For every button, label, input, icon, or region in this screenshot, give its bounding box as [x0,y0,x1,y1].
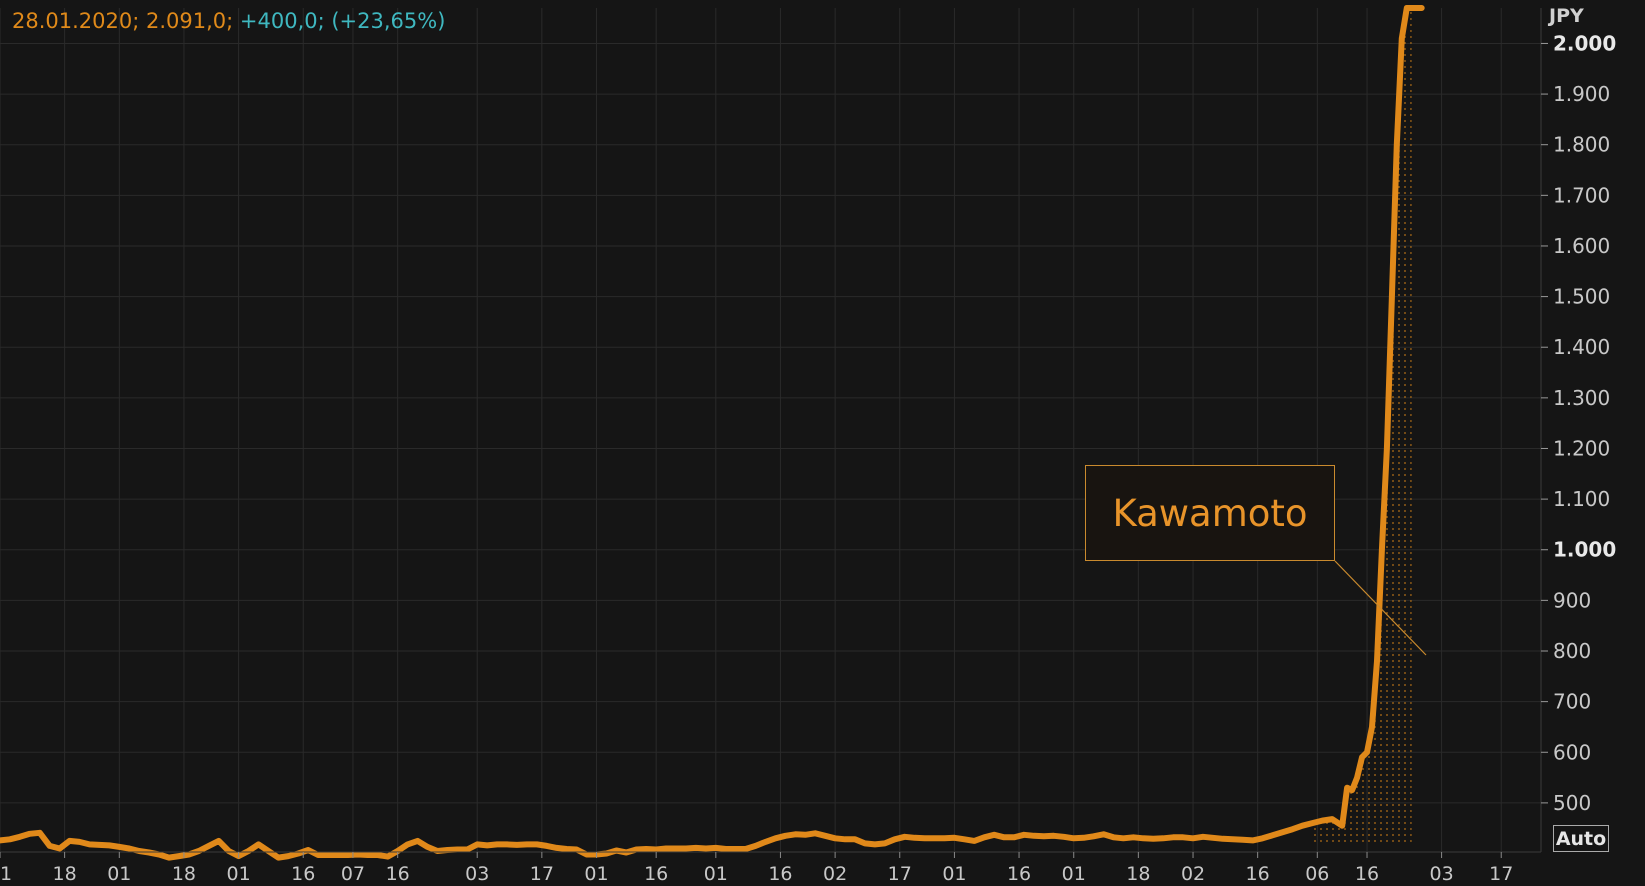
x-tick-label: 16 [768,863,792,882]
y-axis-unit: JPY [1547,5,1584,27]
header-pct: (+23,65%) [324,9,446,33]
x-tick-label: 17 [530,863,554,882]
x-tick-label: 16 [644,863,668,882]
y-tick-label: 1.300 [1553,386,1610,410]
y-tick-label: 2.000 [1553,31,1616,55]
chart-canvas[interactable]: 500 600 700 800 900 1.000 1.100 1.200 1.300 1.400… [0,0,1645,885]
y-tick-label: 500 [1553,791,1591,815]
x-tick-label: 17 [1489,863,1513,882]
y-tick-label: 800 [1553,639,1591,663]
x-tick-label: 01 [0,863,12,882]
x-axis: 01 18 01 18 01 16 07 16 03 17 01 16 01 16 02 17 01 16 01 18… [0,851,1541,885]
x-tick-label: 03 [1429,863,1453,882]
gridlines [0,8,1541,852]
x-tick-label: 03 [465,863,489,882]
x-tick-label: 16 [291,863,315,882]
x-tick-label: 18 [53,863,77,882]
header-date: 28.01.2020; [12,9,140,33]
x-tick-label: 06 [1305,863,1329,882]
x-tick-label: 07 [341,863,365,882]
x-tick-label: 16 [386,863,410,882]
y-tick-label: 600 [1553,740,1591,764]
header-value: 2.091,0; [139,9,234,33]
y-tick-label: 1.600 [1553,234,1610,258]
y-tick-label: 1.200 [1553,436,1610,460]
y-tick-label: 1.900 [1553,82,1610,106]
y-tick-label: 900 [1553,588,1591,612]
annotation-label: Kawamoto [1112,491,1308,535]
auto-scale-button[interactable]: Auto [1553,825,1609,852]
x-tick-label: 02 [1181,863,1205,882]
x-tick-label: 16 [1007,863,1031,882]
price-line-group [0,5,1425,861]
price-chart[interactable]: 500 600 700 800 900 1.000 1.100 1.200 1.300 1.400… [0,0,1645,885]
annotation-box: Kawamoto [1085,465,1335,561]
info-bar: 28.01.2020; 2.091,0; +400,0; (+23,65%) [12,9,445,33]
x-tick-label: 01 [942,863,966,882]
y-axis: 500 600 700 800 900 1.000 1.100 1.200 1.300 1.400… [1540,5,1616,852]
x-tick-label: 16 [1355,863,1379,882]
x-tick-label: 01 [227,863,251,882]
x-tick-label: 16 [1246,863,1270,882]
x-tick-label: 01 [584,863,608,882]
y-tick-label: 1.000 [1553,538,1616,562]
x-tick-label: 01 [107,863,131,882]
x-tick-label: 02 [823,863,847,882]
x-tick-label: 01 [704,863,728,882]
y-tick-label: 1.500 [1553,285,1610,309]
y-tick-label: 1.700 [1553,183,1610,207]
x-tick-label: 18 [172,863,196,882]
y-tick-label: 1.400 [1553,335,1610,359]
y-tick-label: 700 [1553,690,1591,714]
y-tick-label: 1.100 [1553,487,1610,511]
x-tick-label: 01 [1062,863,1086,882]
header-change: +400,0; [233,9,325,33]
price-line [0,5,1425,861]
x-tick-label: 17 [888,863,912,882]
x-tick-label: 18 [1126,863,1150,882]
y-tick-label: 1.800 [1553,133,1610,157]
